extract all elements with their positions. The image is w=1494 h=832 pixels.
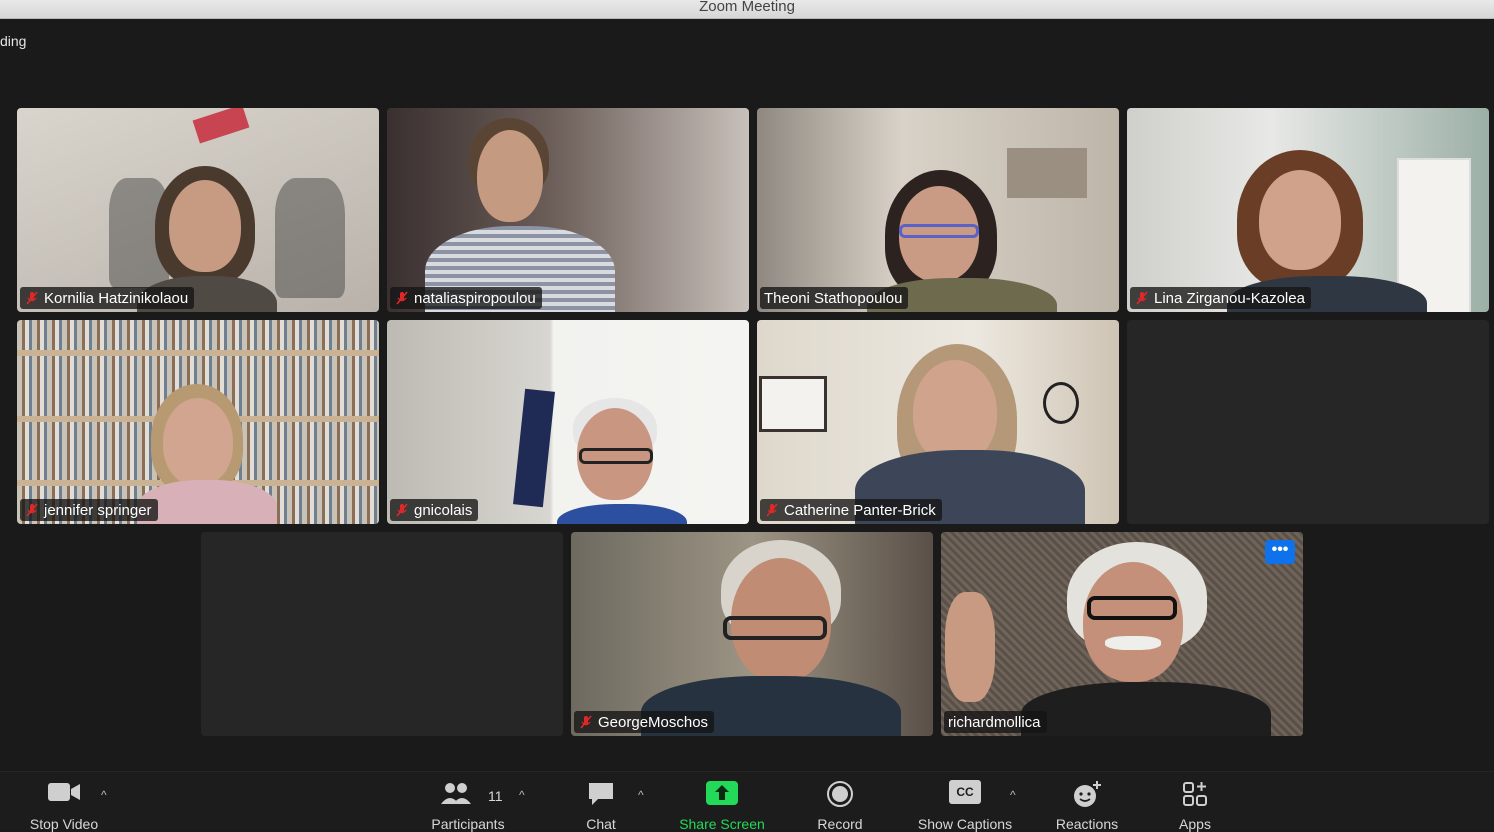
participants-options-caret-icon[interactable]: ^	[519, 788, 525, 802]
participant-name: richardmollica	[948, 713, 1041, 731]
participant-name: nataliaspiropoulou	[414, 289, 536, 307]
participant-nameplate: GeorgeMoschos	[574, 711, 715, 733]
muted-mic-icon	[580, 715, 592, 729]
glasses-icon	[579, 448, 653, 464]
participant-face	[477, 130, 543, 222]
video-background	[941, 532, 1303, 736]
closed-captions-icon: CC	[949, 780, 981, 804]
participant-nameplate: Catherine Panter-Brick	[760, 499, 942, 521]
video-background	[757, 320, 1119, 524]
participant-name: jennifer springer	[44, 501, 152, 519]
shelf	[17, 350, 379, 356]
participant-face	[1259, 170, 1341, 270]
video-tile-jennifer[interactable]: jennifer springer	[17, 320, 379, 524]
video-tile-kornilia[interactable]: Kornilia Hatzinikolaou	[17, 108, 379, 312]
apps-grid-icon	[1183, 782, 1207, 806]
participant-name: gnicolais	[414, 501, 473, 519]
chat-button[interactable]: Chat	[561, 772, 641, 832]
participant-nameplate: Lina Zirganou-Kazolea	[1130, 287, 1311, 309]
participants-count: 11	[488, 788, 503, 804]
participant-name: GeorgeMoschos	[598, 713, 709, 731]
video-tile-catherine[interactable]: Catherine Panter-Brick	[757, 320, 1119, 524]
stop-video-button[interactable]: Stop Video	[14, 772, 114, 832]
glasses-icon	[1087, 596, 1177, 620]
stencil-figure-right	[275, 178, 345, 298]
share-screen-icon	[706, 781, 738, 805]
video-tile-theoni[interactable]: Theoni Stathopoulou	[757, 108, 1119, 312]
participant-name: Lina Zirganou-Kazolea	[1154, 289, 1305, 307]
participant-face	[1083, 562, 1183, 682]
apps-button[interactable]: Apps	[1160, 772, 1230, 832]
share-screen-label: Share Screen	[679, 816, 765, 832]
muted-mic-icon	[396, 291, 408, 305]
participant-nameplate: Theoni Stathopoulou	[760, 287, 909, 309]
apps-label: Apps	[1179, 816, 1211, 832]
muted-mic-icon	[396, 503, 408, 517]
participant-name: Kornilia Hatzinikolaou	[44, 289, 189, 307]
video-tile-richard[interactable]: ••• richardmollica	[941, 532, 1303, 736]
video-tile-lina[interactable]: Lina Zirganou-Kazolea	[1127, 108, 1489, 312]
captions-options-caret-icon[interactable]: ^	[1010, 788, 1016, 802]
participant-name: Theoni Stathopoulou	[764, 289, 903, 307]
video-tile-gnicolais[interactable]: gnicolais	[387, 320, 749, 524]
video-tile-empty[interactable]	[1127, 320, 1489, 524]
record-icon	[827, 781, 853, 807]
video-background	[757, 108, 1119, 312]
reactions-label: Reactions	[1055, 816, 1119, 832]
muted-mic-icon	[26, 291, 38, 305]
participant-body	[1021, 682, 1271, 736]
participant-name: Catherine Panter-Brick	[784, 501, 936, 519]
video-tile-empty[interactable]	[201, 532, 563, 736]
muted-mic-icon	[1136, 291, 1148, 305]
participant-nameplate: gnicolais	[390, 499, 479, 521]
show-captions-label: Show Captions	[917, 816, 1013, 832]
muted-mic-icon	[26, 503, 38, 517]
video-tile-natalia[interactable]: nataliaspiropoulou	[387, 108, 749, 312]
video-tile-george[interactable]: GeorgeMoschos	[571, 532, 933, 736]
framed-certificate	[759, 376, 827, 432]
muted-mic-icon	[766, 503, 778, 517]
show-captions-button[interactable]: CC Show Captions	[905, 772, 1025, 832]
participant-body	[137, 480, 277, 524]
glasses-icon	[723, 616, 827, 640]
video-background	[387, 320, 749, 524]
binder	[513, 388, 555, 508]
reactions-button[interactable]: Reactions	[1044, 772, 1130, 832]
video-background	[17, 108, 379, 312]
participant-face	[169, 180, 241, 272]
participant-nameplate: Kornilia Hatzinikolaou	[20, 287, 195, 309]
video-background	[17, 320, 379, 524]
glasses-icon	[899, 224, 979, 238]
mustache	[1105, 636, 1161, 650]
wall-picture	[1007, 148, 1087, 198]
chat-options-caret-icon[interactable]: ^	[638, 788, 644, 802]
smiley-plus-icon	[1074, 781, 1101, 807]
participant-face	[163, 398, 233, 486]
window-title: Zoom Meeting	[0, 0, 1494, 19]
meeting-toolbar: Stop Video ^ 11 Participants ^ Chat ^ Sh…	[0, 771, 1494, 832]
participant-nameplate: nataliaspiropoulou	[390, 287, 542, 309]
raised-hand	[945, 592, 995, 702]
chat-label: Chat	[586, 816, 616, 832]
video-background	[1127, 108, 1489, 312]
view-label: ding	[0, 33, 27, 49]
wall-clock	[1043, 382, 1079, 424]
participant-nameplate: jennifer springer	[20, 499, 158, 521]
share-screen-button[interactable]: Share Screen	[667, 772, 777, 832]
poster-on-wall	[192, 108, 250, 144]
stop-video-label: Stop Video	[29, 816, 99, 832]
more-options-button[interactable]: •••	[1265, 540, 1295, 564]
participant-face	[913, 360, 997, 464]
participant-body	[557, 504, 687, 524]
video-background	[387, 108, 749, 312]
participant-nameplate: richardmollica	[944, 711, 1047, 733]
video-background	[571, 532, 933, 736]
participants-button[interactable]: 11 Participants	[418, 772, 518, 832]
record-button[interactable]: Record	[800, 772, 880, 832]
participants-label: Participants	[431, 816, 505, 832]
chat-bubble-icon	[589, 783, 613, 805]
video-options-caret-icon[interactable]: ^	[101, 788, 107, 802]
record-label: Record	[817, 816, 863, 832]
video-camera-icon	[48, 783, 80, 801]
